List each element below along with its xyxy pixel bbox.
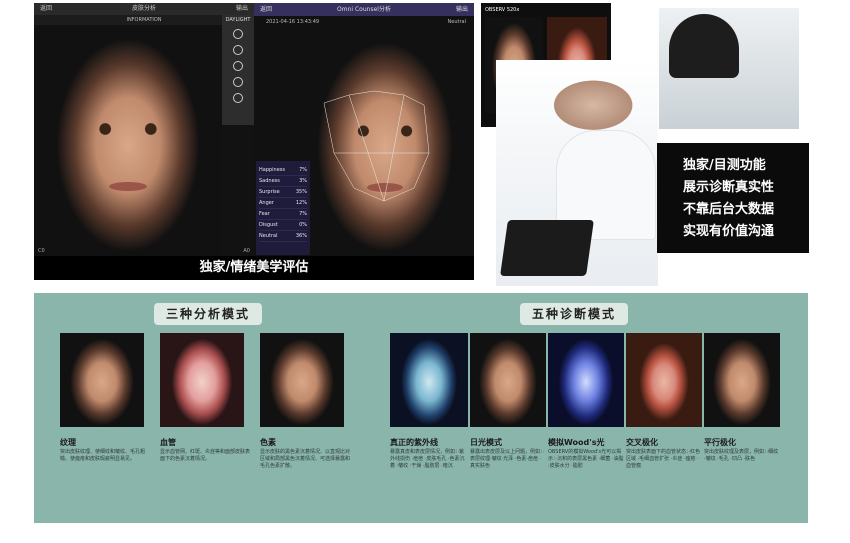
diagnosis-wood-image bbox=[548, 333, 624, 427]
face-eyes bbox=[90, 122, 166, 136]
tool-icon[interactable] bbox=[233, 45, 243, 55]
analysis-mode-title: 血管 bbox=[160, 438, 176, 447]
diagnosis-mode-desc: OBSERV的模拟Wood's光可以揭示：·沉积的表层黑色素 ·细菌 ·油脂 ·… bbox=[548, 449, 624, 469]
caption-emotion-assessment: 独家/情绪美学评估 bbox=[34, 256, 474, 280]
face-photo bbox=[34, 25, 222, 256]
information-dropdown[interactable]: INFORMATION bbox=[34, 15, 254, 25]
skin-analysis-app-panel: 返回 皮肤分析 输出 INFORMATION DAYLIGHT C0 A0 bbox=[34, 3, 254, 256]
modes-section: 三种分析模式 五种诊断模式 纹理 血管 色素 突出皮肤纹理、使细纹和皱纹、毛孔粗… bbox=[34, 293, 808, 523]
device-hood bbox=[669, 14, 739, 78]
emotion-row: Neutral 36% bbox=[259, 231, 307, 242]
diagnosis-daylight-image bbox=[470, 333, 546, 427]
exclusive-line: 实现有价值沟通 bbox=[683, 224, 775, 239]
emotion-row: Disgust 0% bbox=[259, 220, 307, 231]
analysis-modes-title: 三种分析模式 bbox=[154, 303, 262, 325]
diagnosis-mode-desc: 暴露出表皮层及以上问题，例如：·表层纹理·皱纹·光泽 ·色素·痘痘 ·真实肤色 bbox=[470, 449, 545, 469]
tablet bbox=[500, 220, 594, 276]
tool-icon[interactable] bbox=[233, 61, 243, 71]
device-photo bbox=[659, 8, 799, 129]
doctor-photo bbox=[496, 60, 658, 286]
tool-icon[interactable] bbox=[233, 77, 243, 87]
observ-label: OBSERV 520x bbox=[485, 7, 520, 13]
face-mouth bbox=[109, 182, 147, 192]
diagnosis-mode-title: 交叉极化 bbox=[626, 438, 658, 447]
analysis-pigment-image bbox=[260, 333, 344, 427]
back-button[interactable]: 返回 bbox=[40, 3, 52, 15]
emotion-row: Surprise 35% bbox=[259, 187, 307, 198]
omni-counsel-panel: 返回 Omni Counsel分析 输出 2021-04-16 13:43:49… bbox=[254, 3, 474, 256]
analysis-mode-title: 纹理 bbox=[60, 438, 76, 447]
analysis-mode-desc: 显示皮肤的黑色素沉着情况、以直观比对区域和局部黑色沉着情况、可选择暴露和毛孔色素… bbox=[260, 449, 351, 469]
emotion-row: Happiness 7% bbox=[259, 165, 307, 176]
exclusive-line: 独家/目测功能 bbox=[683, 158, 766, 173]
output-button[interactable]: 输出 bbox=[236, 3, 248, 15]
tool-icon[interactable] bbox=[233, 93, 243, 103]
analysis-vessel-image bbox=[160, 333, 244, 427]
diagnosis-mode-title: 日光模式 bbox=[470, 438, 502, 447]
emotion-row: Fear 7% bbox=[259, 209, 307, 220]
diagnosis-modes-title: 五种诊断模式 bbox=[520, 303, 628, 325]
analysis-texture-image bbox=[60, 333, 144, 427]
diagnosis-mode-title: 模拟Wood's光 bbox=[548, 438, 605, 447]
analysis-mode-desc: 显示血管网、红斑、炎症等和面部皮肤表面下的色素沉着情况。 bbox=[160, 449, 251, 462]
app1-title: 皮肤分析 bbox=[131, 5, 156, 12]
diagnosis-mode-title: 真正的紫外线 bbox=[390, 438, 438, 447]
diagnosis-mode-title: 平行极化 bbox=[704, 438, 736, 447]
diagnosis-parallel-polar-image bbox=[704, 333, 780, 427]
diagnosis-mode-desc: 突出皮肤表面下的血管状态：·红色区域 ·毛细血管扩张 ·炎症 ·痤疮 ·血管瘤 bbox=[626, 449, 701, 469]
diagnosis-uv-image bbox=[390, 333, 468, 427]
exclusive-feature-box: 独家/目测功能 展示诊断真实性 不靠后台大数据 实现有价值沟通 bbox=[657, 143, 809, 253]
exclusive-line: 展示诊断真实性 bbox=[683, 180, 775, 195]
corner-label-right: A0 bbox=[243, 248, 250, 254]
analysis-mode-title: 色素 bbox=[260, 438, 276, 447]
emotion-panel: Happiness 7% Sadness 3% Surprise 35% Anger 1… bbox=[256, 161, 310, 255]
corner-label-left: C0 bbox=[38, 248, 45, 254]
diagnosis-mode-desc: 突出皮肤纹理及表层，例如：·细纹 ·皱纹 ·毛孔 ·凹凸 ·肤色 bbox=[704, 449, 779, 462]
analysis-mode-desc: 突出皮肤纹理、使细纹和皱纹、毛孔粗糙、使痤疮和皮肤瑕疵明显易见。 bbox=[60, 449, 146, 462]
diagnosis-cross-polar-image bbox=[626, 333, 702, 427]
app1-title-bar: 返回 皮肤分析 输出 bbox=[34, 3, 254, 15]
mode-label: DAYLIGHT bbox=[225, 17, 251, 23]
emotion-row: Anger 12% bbox=[259, 198, 307, 209]
tool-strip: DAYLIGHT bbox=[222, 15, 254, 125]
emotion-row: Sadness 3% bbox=[259, 176, 307, 187]
diagnosis-mode-desc: 暴露真皮和表皮层情况，例如：·紫外线损伤 ·痘痘 ·皮肤毛孔 ·色素沉着 ·皱纹… bbox=[390, 449, 465, 469]
exclusive-line: 不靠后台大数据 bbox=[683, 202, 775, 217]
tool-icon[interactable] bbox=[233, 29, 243, 39]
